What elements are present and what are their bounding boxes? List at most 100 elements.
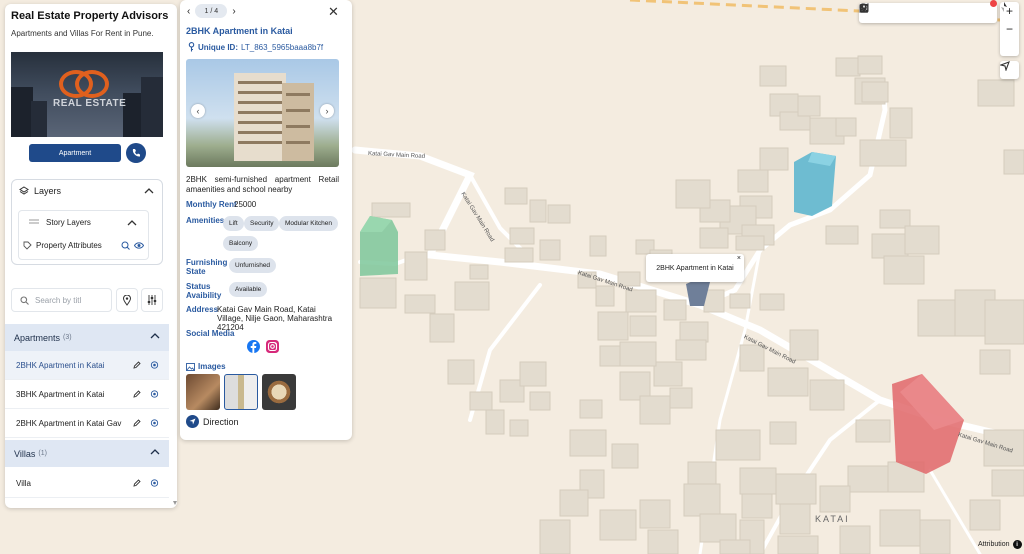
group-count: (1) bbox=[38, 450, 47, 457]
navigate-arrow-icon bbox=[186, 415, 199, 428]
search-box bbox=[11, 288, 112, 312]
furnishing-label: Furnishing bbox=[186, 258, 228, 267]
address-value: Katai Gav Main Road, Katai Village, Nilj… bbox=[217, 305, 333, 332]
list-item[interactable]: Villa bbox=[5, 469, 169, 498]
story-layers-label: Story Layers bbox=[46, 218, 91, 227]
chevron-up-icon[interactable] bbox=[150, 332, 160, 340]
group-label: Apartments bbox=[14, 332, 61, 343]
list-item-label: 2BHK Apartment in Katai Gav bbox=[16, 418, 122, 428]
status-chip: Available bbox=[229, 282, 268, 297]
close-icon[interactable]: ✕ bbox=[328, 4, 339, 20]
group-count: (3) bbox=[63, 334, 72, 341]
address-label: Address bbox=[186, 305, 219, 314]
zoom-control: + − bbox=[1000, 2, 1019, 56]
property-photo bbox=[186, 59, 339, 167]
layers-icon bbox=[19, 186, 29, 195]
app-subtitle: Apartments and Villas For Rent in Pune. bbox=[11, 29, 154, 38]
edit-icon[interactable] bbox=[133, 419, 141, 427]
zoom-out-button[interactable]: − bbox=[1000, 20, 1019, 38]
list-item-label: 2BHK Apartment in Katai bbox=[16, 360, 105, 370]
navigate-arrow-icon[interactable] bbox=[1000, 61, 1019, 79]
filter-settings-button[interactable] bbox=[141, 288, 163, 312]
eye-icon[interactable] bbox=[150, 479, 159, 487]
map-toolbar bbox=[859, 3, 997, 23]
layers-label: Layers bbox=[34, 186, 62, 196]
list-item[interactable]: 2BHK Apartment in Katai bbox=[5, 351, 169, 380]
search-icon bbox=[20, 295, 29, 305]
social-media-label: Social Media bbox=[186, 329, 235, 338]
images-header: Images bbox=[186, 362, 226, 371]
zoom-to-icon[interactable] bbox=[121, 241, 130, 250]
geolocate-control bbox=[1000, 61, 1019, 79]
instagram-icon[interactable] bbox=[266, 340, 279, 353]
info-icon: i bbox=[1012, 540, 1022, 549]
image-thumbnail[interactable] bbox=[262, 374, 296, 410]
chevron-right-icon[interactable]: › bbox=[232, 6, 235, 17]
phone-icon bbox=[132, 149, 140, 157]
monthly-rent-label: Monthly Rent bbox=[186, 200, 237, 209]
photo-next-button[interactable]: › bbox=[320, 104, 334, 118]
photo-prev-button[interactable]: ‹ bbox=[191, 104, 205, 118]
direction-button[interactable]: Direction bbox=[186, 415, 239, 428]
monthly-rent-value: 25000 bbox=[234, 200, 257, 209]
chevron-left-icon[interactable]: ‹ bbox=[187, 6, 190, 17]
close-icon[interactable]: × bbox=[737, 255, 741, 262]
story-layers-row[interactable]: Story Layers bbox=[29, 218, 91, 227]
location-filter-button[interactable] bbox=[116, 288, 138, 312]
pager-count: 1 / 4 bbox=[195, 4, 228, 18]
edit-icon[interactable] bbox=[133, 361, 141, 369]
list-item[interactable]: 3BHK Apartment in Katai bbox=[5, 380, 169, 409]
sidebar: Real Estate Property Advisors Apartments… bbox=[5, 4, 177, 508]
chevron-up-icon[interactable] bbox=[127, 219, 137, 227]
tag-icon bbox=[23, 241, 32, 250]
unique-id-label: Unique ID: bbox=[198, 42, 238, 52]
app-title: Real Estate Property Advisors bbox=[11, 10, 169, 22]
key-icon bbox=[188, 42, 195, 52]
furnishing-chip: Unfurnished bbox=[229, 258, 277, 273]
property-attributes-row[interactable]: Property Attributes bbox=[23, 241, 102, 250]
search-input[interactable] bbox=[35, 295, 105, 305]
status-label: Avaibility bbox=[186, 291, 222, 300]
chevron-up-icon[interactable] bbox=[144, 187, 154, 195]
facebook-icon[interactable] bbox=[247, 340, 260, 353]
pager: ‹ 1 / 4 › bbox=[187, 4, 236, 18]
sliders-icon bbox=[147, 295, 157, 305]
attribution-label: Attribution bbox=[978, 541, 1010, 548]
amenity-chip: Balcony bbox=[223, 236, 259, 251]
property-title: 2BHK Apartment in Katai bbox=[186, 26, 293, 36]
list-item[interactable]: 2BHK Apartment in Katai Gav bbox=[5, 409, 169, 438]
layers-header[interactable]: Layers bbox=[19, 186, 61, 196]
notification-dot bbox=[990, 0, 997, 7]
edit-icon[interactable] bbox=[133, 479, 141, 487]
eye-icon[interactable] bbox=[134, 241, 144, 250]
eye-icon[interactable] bbox=[150, 361, 159, 369]
edit-icon[interactable] bbox=[133, 390, 141, 398]
scroll-down-icon[interactable] bbox=[173, 500, 177, 506]
logo-text: REAL ESTATE bbox=[53, 98, 127, 109]
apartment-button[interactable]: Apartment bbox=[29, 144, 121, 162]
attribution[interactable]: Attribution i bbox=[978, 540, 1022, 549]
image-thumbnail[interactable] bbox=[186, 374, 220, 410]
direction-label: Direction bbox=[203, 416, 239, 427]
menu-lines-icon bbox=[29, 219, 39, 224]
amenities-label: Amenities bbox=[186, 216, 225, 225]
image-icon bbox=[186, 362, 195, 371]
property-description: 2BHK semi-furnished apartment Retail ama… bbox=[186, 175, 339, 194]
furnishing-label: State bbox=[186, 267, 206, 276]
group-header-villas[interactable]: Villas (1) bbox=[5, 440, 169, 467]
place-label: KATAI bbox=[815, 514, 850, 524]
unique-id-value: LT_863_5965baaa8b7f bbox=[241, 42, 324, 52]
status-label: Status bbox=[186, 282, 211, 291]
list-item-label: 3BHK Apartment in Katai bbox=[16, 389, 105, 399]
amenity-chip: Lift bbox=[223, 216, 244, 231]
map-tooltip-text: 2BHK Apartment in Katai bbox=[656, 264, 734, 272]
unique-id: Unique ID: LT_863_5965baaa8b7f bbox=[188, 42, 323, 52]
map-tooltip[interactable]: 2BHK Apartment in Katai × bbox=[646, 254, 744, 282]
compass-icon[interactable] bbox=[1000, 2, 1019, 56]
image-thumbnail[interactable] bbox=[224, 374, 258, 410]
chevron-up-icon[interactable] bbox=[150, 448, 160, 456]
eye-icon[interactable] bbox=[150, 390, 159, 398]
group-header-apartments[interactable]: Apartments (3) bbox=[5, 324, 169, 351]
eye-icon[interactable] bbox=[150, 419, 159, 427]
phone-button[interactable] bbox=[126, 143, 146, 163]
